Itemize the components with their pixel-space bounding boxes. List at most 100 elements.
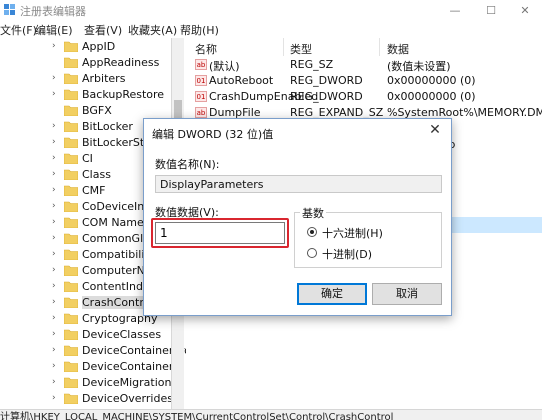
close-icon: ✕ <box>429 122 441 138</box>
column-separator[interactable] <box>283 38 284 56</box>
status-path: 计算机\HKEY_LOCAL_MACHINE\SYSTEM\CurrentCon… <box>0 412 394 420</box>
folder-icon <box>64 361 78 372</box>
string-value-icon: ab <box>195 107 207 118</box>
tree-item-label: DeviceOverrides <box>82 392 173 405</box>
tree-item-label: BackupRestore <box>82 88 165 101</box>
folder-icon <box>64 249 78 260</box>
close-button[interactable]: ✕ <box>508 0 542 20</box>
tree-item[interactable]: › DeviceOverrides <box>0 391 186 407</box>
chevron-right-icon[interactable]: › <box>52 361 56 371</box>
chevron-right-icon[interactable]: › <box>52 281 56 291</box>
chevron-right-icon[interactable]: › <box>52 121 56 131</box>
decimal-radio[interactable] <box>307 248 317 258</box>
chevron-right-icon[interactable]: › <box>52 297 56 307</box>
folder-icon <box>64 313 78 324</box>
tree-item[interactable]: › DeviceMigration <box>0 375 186 391</box>
tree-item-label: BGFX <box>82 104 112 117</box>
tree-item[interactable]: › Arbiters <box>0 71 186 87</box>
value-name-label: 数值名称(N): <box>155 158 220 171</box>
chevron-right-icon[interactable]: › <box>52 201 56 211</box>
chevron-right-icon[interactable]: › <box>52 153 56 163</box>
status-bar: 计算机\HKEY_LOCAL_MACHINE\SYSTEM\CurrentCon… <box>0 409 542 420</box>
tree-item[interactable]: › AppID <box>0 39 186 55</box>
tree-item[interactable]: › DeviceClasses <box>0 327 186 343</box>
chevron-right-icon[interactable]: › <box>52 249 56 259</box>
tree-item[interactable]: › DeviceContainers <box>0 359 186 375</box>
value-type: REG_SZ <box>290 58 334 71</box>
value-type: REG_DWORD <box>290 74 363 87</box>
tree-item-label: Arbiters <box>82 72 126 85</box>
chevron-right-icon[interactable]: › <box>52 313 56 323</box>
tree-item-label: Class <box>82 168 111 181</box>
chevron-right-icon[interactable]: › <box>52 217 56 227</box>
folder-icon <box>64 345 78 356</box>
dialog-title: 编辑 DWORD (32 位)值 <box>152 128 274 141</box>
folder-icon <box>64 105 78 116</box>
folder-icon <box>64 377 78 388</box>
chevron-right-icon[interactable]: › <box>52 393 56 403</box>
tree-item[interactable]: › BackupRestore <box>0 87 186 103</box>
chevron-right-icon[interactable]: › <box>52 169 56 179</box>
cancel-button[interactable]: 取消 <box>372 283 442 305</box>
folder-icon <box>64 89 78 100</box>
tree-item[interactable]: ›DeviceContainerPropertyUpdateEvents <box>0 343 186 359</box>
maximize-icon: ☐ <box>486 3 496 17</box>
column-separator[interactable] <box>379 38 380 56</box>
folder-icon <box>64 41 78 52</box>
chevron-right-icon[interactable]: › <box>52 345 56 355</box>
binary-value-icon: 01 <box>195 91 207 102</box>
tree-item-label: AppID <box>82 40 116 53</box>
regedit-app-icon <box>4 4 15 15</box>
folder-icon <box>64 153 78 164</box>
maximize-button[interactable]: ☐ <box>474 0 508 20</box>
binary-value-icon: 01 <box>195 75 207 86</box>
folder-icon <box>64 121 78 132</box>
menu-view[interactable]: 查看(V) <box>84 22 122 38</box>
chevron-right-icon[interactable]: › <box>52 89 56 99</box>
folder-icon <box>64 137 78 148</box>
window-title: 注册表编辑器 <box>20 5 86 18</box>
minimize-button[interactable]: — <box>438 0 472 20</box>
value-data: 0x00000000 (0) <box>387 74 476 87</box>
tree-item[interactable]: AppReadiness <box>0 55 186 71</box>
column-header-type[interactable]: 类型 <box>290 41 312 57</box>
ok-button[interactable]: 确定 <box>297 283 367 305</box>
close-icon: ✕ <box>520 3 530 17</box>
folder-icon <box>64 185 78 196</box>
tree-item[interactable]: BGFX <box>0 103 186 119</box>
folder-icon <box>64 265 78 276</box>
folder-icon <box>64 281 78 292</box>
folder-icon <box>64 393 78 404</box>
value-row[interactable]: 01 AutoReboot REG_DWORD 0x00000000 (0) <box>187 73 542 89</box>
decimal-radio-label[interactable]: 十进制(D) <box>322 246 372 262</box>
chevron-right-icon[interactable]: › <box>52 233 56 243</box>
column-header-name[interactable]: 名称 <box>195 41 217 57</box>
hex-radio-label[interactable]: 十六进制(H) <box>322 225 383 241</box>
folder-icon <box>64 73 78 84</box>
folder-icon <box>64 201 78 212</box>
folder-icon <box>64 169 78 180</box>
menu-favorites[interactable]: 收藏夹(A) <box>128 22 177 38</box>
hex-radio[interactable] <box>307 227 317 237</box>
dialog-close-button[interactable]: ✕ <box>424 121 446 139</box>
value-row[interactable]: ab (默认) REG_SZ (数值未设置) <box>187 57 542 73</box>
tree-item-label: CMF <box>82 184 106 197</box>
folder-icon <box>64 217 78 228</box>
chevron-right-icon[interactable]: › <box>52 185 56 195</box>
chevron-right-icon[interactable]: › <box>52 377 56 387</box>
folder-icon <box>64 297 78 308</box>
folder-icon <box>64 233 78 244</box>
tree-item-label: DeviceContainers <box>82 360 180 373</box>
string-value-icon: ab <box>195 59 207 70</box>
menu-edit[interactable]: 编辑(E) <box>35 22 73 38</box>
value-row[interactable]: 01 CrashDumpEnabled REG_DWORD 0x00000000 (0… <box>187 89 542 105</box>
chevron-right-icon[interactable]: › <box>52 41 56 51</box>
chevron-right-icon[interactable]: › <box>52 73 56 83</box>
tree-item-label: BitLocker <box>82 120 133 133</box>
menu-file[interactable]: 文件(F) <box>0 22 37 38</box>
menu-help[interactable]: 帮助(H) <box>180 22 219 38</box>
column-header-data[interactable]: 数据 <box>387 41 409 57</box>
chevron-right-icon[interactable]: › <box>52 329 56 339</box>
chevron-right-icon[interactable]: › <box>52 265 56 275</box>
chevron-right-icon[interactable]: › <box>52 137 56 147</box>
